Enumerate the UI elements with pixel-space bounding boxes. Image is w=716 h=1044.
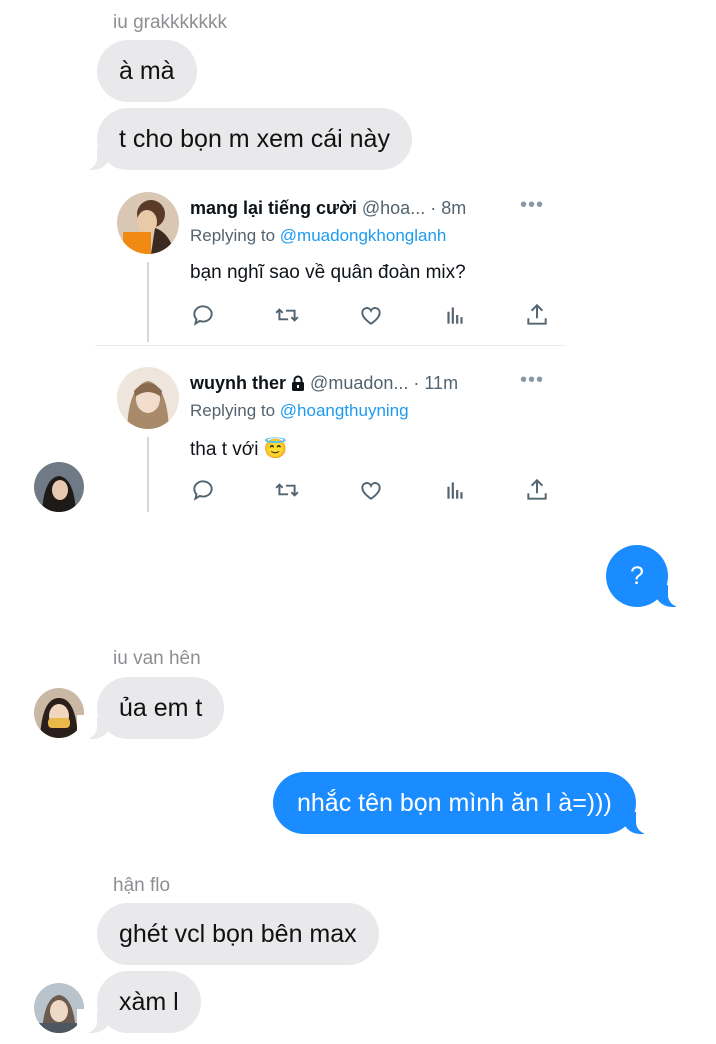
tweet-header: wuynh ther @muadon... · 11m <box>190 373 458 394</box>
sender-name-2: iu van hên <box>113 648 201 669</box>
more-icon[interactable]: ••• <box>520 369 544 392</box>
tweet-actions <box>190 302 550 328</box>
reply-icon[interactable] <box>190 477 216 503</box>
tweet-time: · 11m <box>413 373 459 393</box>
thread-line <box>147 262 149 342</box>
tweet-text: bạn nghĩ sao về quân đoàn mix? <box>190 262 466 283</box>
replying-to: Replying to @muadongkhonglanh <box>190 226 446 246</box>
retweet-icon[interactable] <box>274 477 300 503</box>
replying-label: Replying to <box>190 401 280 420</box>
sent-message-bubble[interactable]: nhắc tên bọn mình ăn l à=))) <box>273 772 656 834</box>
replying-handle-link[interactable]: @hoangthuyning <box>280 401 409 420</box>
tweet-header: mang lại tiếng cười @hoa... · 8m <box>190 198 466 219</box>
tweet-time: · 8m <box>430 198 467 218</box>
views-icon[interactable] <box>442 477 468 503</box>
tweet-author-name[interactable]: wuynh ther <box>190 373 286 393</box>
tweet-avatar[interactable] <box>117 367 179 429</box>
tweet-actions <box>190 477 550 503</box>
more-icon[interactable]: ••• <box>520 194 544 217</box>
tweet-text-content: tha t với <box>190 439 259 460</box>
message-bubble[interactable]: à mà <box>97 40 197 102</box>
sender-name-1: iu grakkkkkkk <box>113 12 228 33</box>
retweet-icon[interactable] <box>274 302 300 328</box>
tweet-handle[interactable]: @hoa... <box>362 198 425 218</box>
reply-icon[interactable] <box>190 302 216 328</box>
share-icon[interactable] <box>524 302 550 328</box>
message-bubble[interactable]: xàm l <box>77 971 201 1033</box>
views-icon[interactable] <box>442 302 468 328</box>
tweet-avatar[interactable] <box>117 192 179 254</box>
tweet-handle[interactable]: @muadon... <box>310 373 408 393</box>
like-icon[interactable] <box>358 477 384 503</box>
replying-label: Replying to <box>190 226 280 245</box>
sender-avatar[interactable] <box>34 462 84 512</box>
message-bubble[interactable]: t cho bọn m xem cái này <box>77 108 412 170</box>
sender-name-3: hận flo <box>113 875 171 896</box>
message-bubble[interactable]: ủa em t <box>76 677 225 739</box>
message-bubble[interactable]: ghét vcl bọn bên max <box>97 903 379 965</box>
sent-message-bubble[interactable]: ? <box>606 545 688 607</box>
tweet-author-name[interactable]: mang lại tiếng cười <box>190 198 357 218</box>
halo-emoji: 😇 <box>263 439 288 460</box>
tweet-divider <box>95 345 565 346</box>
embedded-tweet[interactable]: mang lại tiếng cười @hoa... · 8m ••• Rep… <box>115 192 565 342</box>
thread-line <box>147 437 149 512</box>
tweet-text: tha t với 😇 <box>190 437 287 461</box>
replying-to: Replying to @hoangthuyning <box>190 401 409 421</box>
like-icon[interactable] <box>358 302 384 328</box>
share-icon[interactable] <box>524 477 550 503</box>
embedded-tweet[interactable]: wuynh ther @muadon... · 11m ••• Replying… <box>115 367 565 512</box>
lock-icon <box>292 375 305 391</box>
replying-handle-link[interactable]: @muadongkhonglanh <box>280 226 447 245</box>
